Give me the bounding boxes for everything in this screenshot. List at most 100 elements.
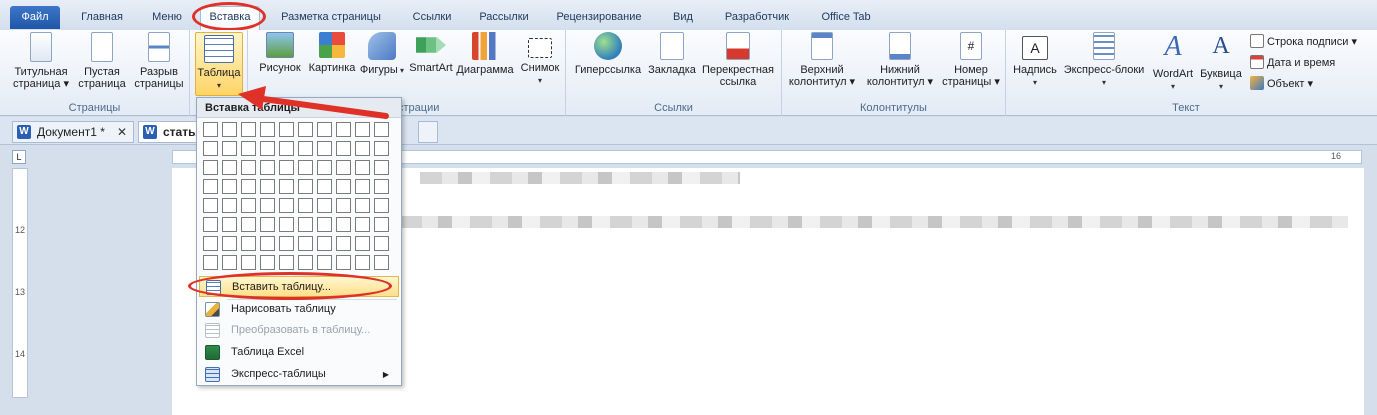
tab-office-tab[interactable]: Office Tab	[808, 7, 884, 29]
doc-tab-document1[interactable]: W Документ1 * ✕	[12, 121, 134, 143]
excel-table-item[interactable]: Таблица Excel	[199, 342, 399, 363]
table-grid-cell[interactable]	[222, 255, 237, 270]
table-grid-cell[interactable]	[374, 122, 389, 137]
table-grid-cell[interactable]	[355, 255, 370, 270]
table-grid-cell[interactable]	[317, 141, 332, 156]
table-grid-cell[interactable]	[203, 236, 218, 251]
table-grid-cell[interactable]	[279, 236, 294, 251]
tab-home[interactable]: Главная	[70, 7, 134, 29]
table-grid-cell[interactable]	[336, 160, 351, 175]
tab-references[interactable]: Ссылки	[400, 7, 464, 29]
page-number-button[interactable]: # Номер страницы ▾	[940, 32, 1002, 88]
table-grid-cell[interactable]	[222, 198, 237, 213]
insert-table-item[interactable]: Вставить таблицу...	[199, 276, 399, 297]
table-grid-cell[interactable]	[241, 217, 256, 232]
draw-table-item[interactable]: Нарисовать таблицу	[199, 299, 399, 320]
table-grid-cell[interactable]	[374, 198, 389, 213]
tab-developer[interactable]: Разработчик	[712, 7, 802, 29]
wordart-button[interactable]: A WordArt ▾	[1148, 32, 1198, 93]
table-grid-cell[interactable]	[222, 179, 237, 194]
quick-tables-item[interactable]: Экспресс-таблицы ▶	[199, 364, 399, 385]
chart-button[interactable]: Диаграмма	[454, 32, 516, 76]
table-grid-cell[interactable]	[260, 160, 275, 175]
tab-insert[interactable]: Вставка	[200, 6, 260, 31]
table-grid-cell[interactable]	[374, 179, 389, 194]
table-grid-cell[interactable]	[374, 217, 389, 232]
signature-line-button[interactable]: Строка подписи ▾	[1250, 33, 1357, 51]
table-grid-cell[interactable]	[298, 198, 313, 213]
table-grid-cell[interactable]	[222, 236, 237, 251]
table-grid-cell[interactable]	[298, 255, 313, 270]
tab-stop-selector[interactable]: L	[12, 150, 26, 164]
tab-mailings[interactable]: Рассылки	[470, 7, 538, 29]
table-grid-cell[interactable]	[336, 122, 351, 137]
table-grid-cell[interactable]	[298, 236, 313, 251]
table-grid-cell[interactable]	[203, 179, 218, 194]
table-grid-cell[interactable]	[355, 160, 370, 175]
table-grid-cell[interactable]	[241, 141, 256, 156]
table-grid-cell[interactable]	[241, 198, 256, 213]
table-grid-cell[interactable]	[279, 255, 294, 270]
table-grid-cell[interactable]	[374, 255, 389, 270]
table-grid-cell[interactable]	[336, 236, 351, 251]
table-grid-cell[interactable]	[355, 122, 370, 137]
table-grid-cell[interactable]	[241, 160, 256, 175]
object-button[interactable]: Объект ▾	[1250, 75, 1313, 93]
textbox-button[interactable]: A Надпись ▾	[1010, 32, 1060, 89]
table-grid-cell[interactable]	[222, 141, 237, 156]
table-grid-cell[interactable]	[336, 255, 351, 270]
smartart-button[interactable]: SmartArt	[406, 32, 456, 74]
table-grid-cell[interactable]	[241, 236, 256, 251]
table-grid-cell[interactable]	[355, 141, 370, 156]
table-grid-cell[interactable]	[222, 122, 237, 137]
table-grid-cell[interactable]	[203, 122, 218, 137]
table-grid-cell[interactable]	[241, 122, 256, 137]
table-grid-cell[interactable]	[298, 160, 313, 175]
cover-page-button[interactable]: Титульная страница ▾	[10, 32, 72, 90]
table-grid-cell[interactable]	[279, 217, 294, 232]
table-grid-cell[interactable]	[260, 141, 275, 156]
table-grid-cell[interactable]	[355, 217, 370, 232]
page-break-button[interactable]: Разрыв страницы	[132, 32, 186, 90]
table-grid-cell[interactable]	[203, 255, 218, 270]
table-grid-cell[interactable]	[317, 179, 332, 194]
tab-file[interactable]: Файл	[10, 6, 60, 29]
table-grid-cell[interactable]	[336, 141, 351, 156]
table-grid-cell[interactable]	[355, 236, 370, 251]
table-grid-cell[interactable]	[203, 160, 218, 175]
table-grid-cell[interactable]	[241, 255, 256, 270]
table-grid-cell[interactable]	[279, 160, 294, 175]
footer-button[interactable]: Нижний колонтитул ▾	[862, 32, 938, 88]
table-grid-cell[interactable]	[203, 217, 218, 232]
table-grid-cell[interactable]	[260, 255, 275, 270]
dropcap-button[interactable]: A Буквица ▾	[1198, 32, 1244, 93]
table-grid-cell[interactable]	[374, 141, 389, 156]
shapes-button[interactable]: Фигуры ▾	[358, 32, 406, 77]
table-grid-cell[interactable]	[260, 198, 275, 213]
hyperlink-button[interactable]: Гиперссылка	[572, 32, 644, 76]
table-grid-cell[interactable]	[317, 255, 332, 270]
table-grid-cell[interactable]	[279, 198, 294, 213]
tab-menu[interactable]: Меню	[140, 7, 194, 29]
table-grid-cell[interactable]	[298, 122, 313, 137]
table-grid-cell[interactable]	[317, 198, 332, 213]
bookmark-button[interactable]: Закладка	[646, 32, 698, 76]
table-grid-cell[interactable]	[203, 198, 218, 213]
table-grid-cell[interactable]	[298, 141, 313, 156]
tab-review[interactable]: Рецензирование	[544, 7, 654, 29]
table-grid-cell[interactable]	[336, 217, 351, 232]
table-grid-cell[interactable]	[260, 217, 275, 232]
table-grid-cell[interactable]	[279, 179, 294, 194]
doc-tab-article[interactable]: W статья	[138, 121, 202, 143]
table-grid-cell[interactable]	[355, 198, 370, 213]
table-grid-cell[interactable]	[374, 160, 389, 175]
table-grid-cell[interactable]	[336, 198, 351, 213]
table-button[interactable]: Таблица ▾	[195, 32, 243, 96]
picture-button[interactable]: Рисунок	[256, 32, 304, 74]
table-grid-cell[interactable]	[241, 179, 256, 194]
table-grid-cell[interactable]	[203, 141, 218, 156]
cross-reference-button[interactable]: Перекрестная ссылка	[698, 32, 778, 88]
blank-page-button[interactable]: Пустая страница	[74, 32, 130, 90]
close-icon[interactable]: ✕	[117, 122, 127, 142]
table-grid-cell[interactable]	[317, 160, 332, 175]
